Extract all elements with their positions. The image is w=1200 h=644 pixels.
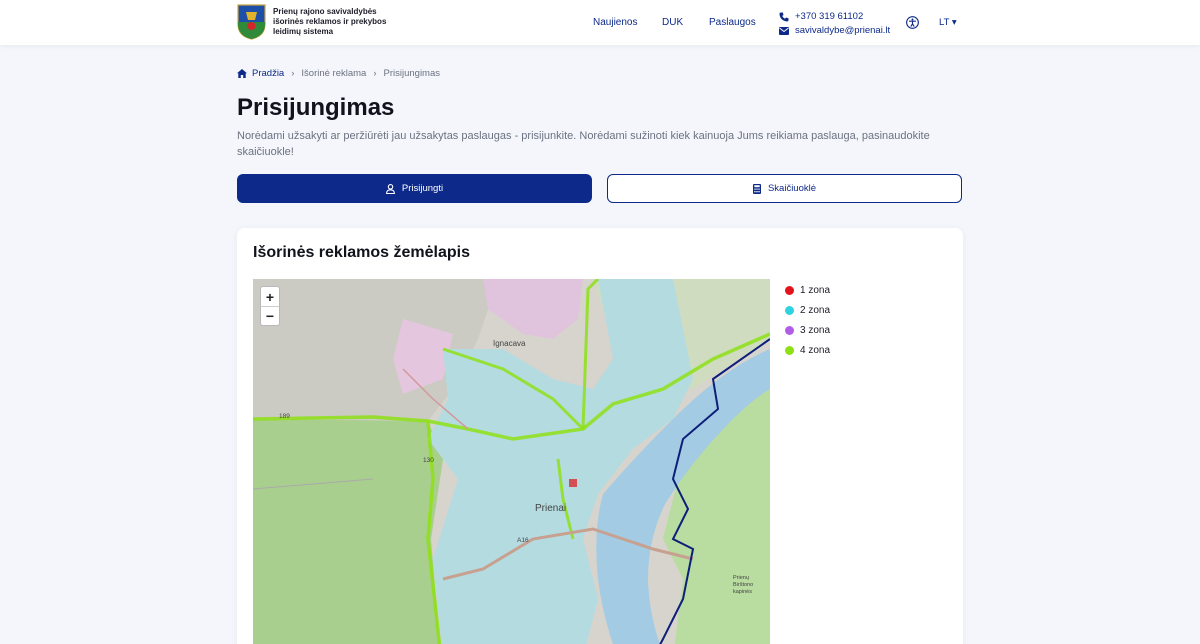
legend-item-zone-4: 4 zona	[785, 340, 830, 360]
breadcrumb-separator: ›	[373, 68, 377, 79]
breadcrumb-home[interactable]: Pradžia	[237, 68, 284, 79]
breadcrumb-current: Prisijungimas	[383, 68, 441, 79]
legend-label: 2 zona	[800, 304, 831, 316]
legend-dot	[785, 325, 794, 335]
breadcrumb: Pradžia › Išorinė reklama › Prisijungima…	[237, 68, 440, 79]
envelope-icon	[779, 26, 789, 35]
breadcrumb-outdoor-advertising[interactable]: Išorinė reklama	[301, 68, 366, 79]
email-link[interactable]: savivaldybe@prienai.lt	[779, 25, 890, 36]
map-label-road: A16	[517, 537, 529, 544]
map-label-village: Ignacava	[493, 339, 526, 348]
advertising-map-card: Išorinės reklamos žemėlapis + − Prienai …	[237, 228, 963, 644]
language-selector[interactable]: LT ▾	[939, 17, 957, 28]
site-title[interactable]: Prienų rajono savivaldybės išorinės rekl…	[273, 7, 391, 37]
breadcrumb-home-label: Pradžia	[252, 68, 285, 79]
breadcrumb-separator: ›	[291, 68, 295, 79]
legend-label: 1 zona	[800, 284, 831, 296]
legend-item-zone-1: 1 zona	[785, 280, 830, 300]
calculator-button[interactable]: Skaičiuoklė	[607, 174, 962, 203]
zoom-in-button[interactable]: +	[261, 287, 279, 306]
accessibility-icon[interactable]	[906, 16, 919, 29]
nav-item-faq[interactable]: DUK	[662, 17, 683, 28]
phone-number: +370 319 61102	[795, 11, 864, 22]
map-label-cemetery: Prienų Birštono kapinės	[733, 575, 754, 595]
page-title: Prisijungimas	[237, 94, 395, 121]
phone-link[interactable]: +370 319 61102	[779, 11, 863, 22]
phone-icon	[779, 12, 789, 21]
page-intro: Norėdami užsakyti ar peržiūrėti jau užsa…	[237, 130, 930, 158]
login-button[interactable]: Prisijungti	[237, 174, 592, 203]
legend-dot	[785, 305, 794, 315]
legend-item-zone-2: 2 zona	[785, 300, 830, 320]
map-label-town: Prienai	[535, 503, 567, 514]
email-address: savivaldybe@prienai.lt	[795, 25, 891, 36]
calculator-icon	[752, 183, 761, 194]
coat-of-arms-logo[interactable]	[237, 4, 266, 40]
zoom-out-button[interactable]: −	[261, 306, 279, 325]
legend-dot	[785, 345, 794, 355]
nav-item-services[interactable]: Paslaugos	[709, 17, 756, 28]
legend-dot	[785, 285, 794, 295]
login-button-label: Prisijungti	[401, 183, 444, 194]
map-legend: 1 zona 2 zona 3 zona 4 zona	[785, 280, 830, 360]
map-label-road: 130	[423, 457, 434, 464]
nav-item-news[interactable]: Naujienos	[593, 17, 637, 28]
home-icon	[237, 69, 247, 78]
map-zoom-control: + −	[260, 286, 280, 326]
map-card-title: Išorinės reklamos žemėlapis	[253, 244, 470, 261]
legend-label: 3 zona	[800, 324, 831, 336]
legend-label: 4 zona	[800, 344, 831, 356]
site-header: Prienų rajono savivaldybės išorinės rekl…	[0, 0, 1200, 45]
map-label-road: 189	[279, 413, 290, 420]
map-tiles[interactable]	[253, 279, 770, 644]
legend-item-zone-3: 3 zona	[785, 320, 830, 340]
advertising-map[interactable]: + − Prienai Ignacava A16 130 189 Prienų …	[253, 279, 770, 644]
user-icon	[385, 183, 395, 194]
calculator-button-label: Skaičiuoklė	[767, 183, 817, 194]
